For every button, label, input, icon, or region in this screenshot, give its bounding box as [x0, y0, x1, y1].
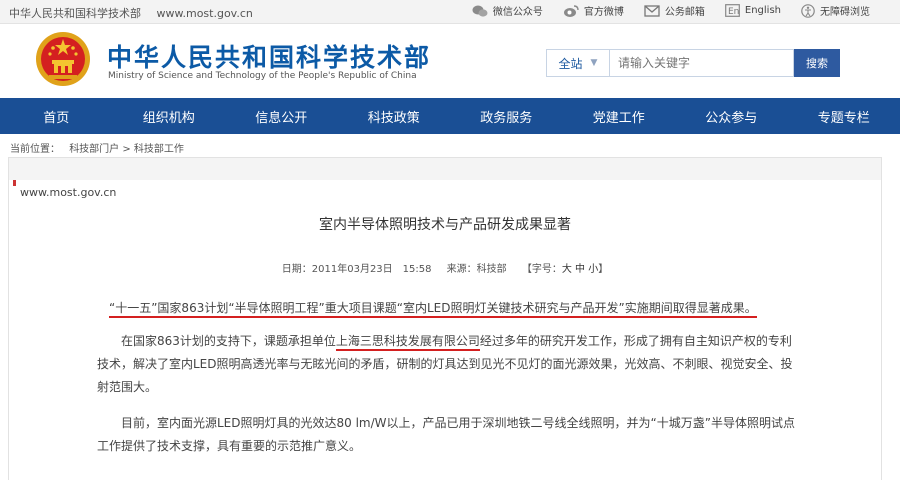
accessibility-icon: [801, 3, 815, 18]
email-label: 公务邮箱: [664, 7, 705, 18]
nav-item-policy[interactable]: 科技政策: [338, 98, 451, 134]
search-scope-value: 全站: [558, 56, 583, 71]
search-bar: 全站 ▼ 搜索: [546, 49, 840, 77]
nav-item-public[interactable]: 公众参与: [675, 98, 788, 134]
english-label: English: [744, 5, 781, 16]
nav-item-services[interactable]: 政务服务: [450, 98, 563, 134]
nav-item-organization[interactable]: 组织机构: [113, 98, 226, 134]
nav-item-disclosure[interactable]: 信息公开: [225, 98, 338, 134]
article-source: 来源：科技部: [446, 264, 507, 275]
article-panel: www.most.gov.cn 室内半导体照明技术与产品研发成果显著 日期：20…: [8, 157, 882, 480]
nav-item-home[interactable]: 首页: [0, 98, 113, 134]
top-site-info: 中华人民共和国科学技术部 www.most.gov.cn: [9, 5, 253, 21]
font-size-options[interactable]: 大 中 小: [562, 264, 598, 275]
company-name: 上海三思科技发展有限公司: [335, 334, 480, 351]
national-emblem-icon[interactable]: [34, 30, 92, 88]
site-header: 中华人民共和国科学技术部 Ministry of Science and Tec…: [0, 24, 900, 98]
panel-header-band: [9, 158, 881, 180]
panel-accent-mark: [13, 180, 16, 186]
search-input[interactable]: [610, 49, 794, 77]
article-meta: 日期：2011年03月23日 15:58 来源：科技部 【字号：大 中 小】: [9, 260, 881, 275]
site-title-en: Ministry of Science and Technology of th…: [108, 71, 417, 81]
article-title: 室内半导体照明技术与产品研发成果显著: [319, 217, 571, 233]
font-size-suffix: 】: [598, 264, 609, 275]
weibo-link[interactable]: 官方微博: [563, 3, 624, 18]
article-paragraph-1: 在国家863计划的支持下，课题承担单位上海三思科技发展有限公司经过多年的研究开发…: [97, 330, 801, 399]
email-link[interactable]: 公务邮箱: [644, 3, 705, 18]
search-scope-select[interactable]: 全站 ▼: [546, 49, 610, 77]
mail-icon: [644, 4, 660, 17]
breadcrumb-label: 当前位置：: [10, 144, 60, 155]
top-utility-bar: 中华人民共和国科学技术部 www.most.gov.cn 微信公众号 官方微博 …: [0, 0, 900, 24]
site-title-cn[interactable]: 中华人民共和国科学技术部: [107, 38, 431, 74]
accessibility-label: 无障碍浏览: [820, 7, 870, 18]
english-icon: En: [724, 4, 740, 17]
font-size-control: 【字号：大 中 小】: [522, 264, 608, 275]
article-lead-text: “十一五”国家863计划“半导体照明工程”重大项目课题“室内LED照明灯关键技术…: [109, 301, 757, 318]
top-site-url: www.most.gov.cn: [156, 7, 253, 20]
top-site-name: 中华人民共和国科学技术部: [9, 7, 141, 20]
main-nav: 首页 组织机构 信息公开 科技政策 政务服务 党建工作 公众参与 专题专栏: [0, 98, 900, 134]
chevron-down-icon: ▼: [590, 58, 598, 68]
weibo-label: 官方微博: [583, 7, 624, 18]
search-button[interactable]: 搜索: [794, 49, 840, 77]
article-paragraph-2: 目前，室内面光源LED照明灯具的光效达80 lm/W以上，产品已用于深圳地铁二号…: [97, 416, 795, 453]
article-source-url: www.most.gov.cn: [20, 186, 117, 199]
svg-text:En: En: [728, 7, 739, 17]
wechat-icon: [472, 5, 488, 17]
wechat-link[interactable]: 微信公众号: [472, 3, 543, 18]
para2-text-a: 在国家863计划的支持下，课题承担单位: [121, 334, 336, 348]
accessibility-link[interactable]: 无障碍浏览: [801, 3, 870, 18]
weibo-icon: [563, 4, 579, 17]
breadcrumb-path[interactable]: 科技部门户 > 科技部工作: [69, 144, 184, 155]
breadcrumb: 当前位置： 科技部门户 > 科技部工作: [10, 140, 190, 155]
article-lead: “十一五”国家863计划“半导体照明工程”重大项目课题“室内LED照明灯关键技术…: [109, 297, 809, 320]
article-date: 日期：2011年03月23日 15:58: [281, 264, 432, 275]
font-size-prefix: 【字号：: [521, 264, 562, 275]
english-link[interactable]: En English: [724, 4, 781, 17]
top-links: 微信公众号 官方微博 公务邮箱 En English 无障碍浏览: [452, 3, 870, 18]
wechat-label: 微信公众号: [492, 7, 543, 18]
nav-item-party[interactable]: 党建工作: [563, 98, 676, 134]
nav-item-topics[interactable]: 专题专栏: [788, 98, 900, 134]
